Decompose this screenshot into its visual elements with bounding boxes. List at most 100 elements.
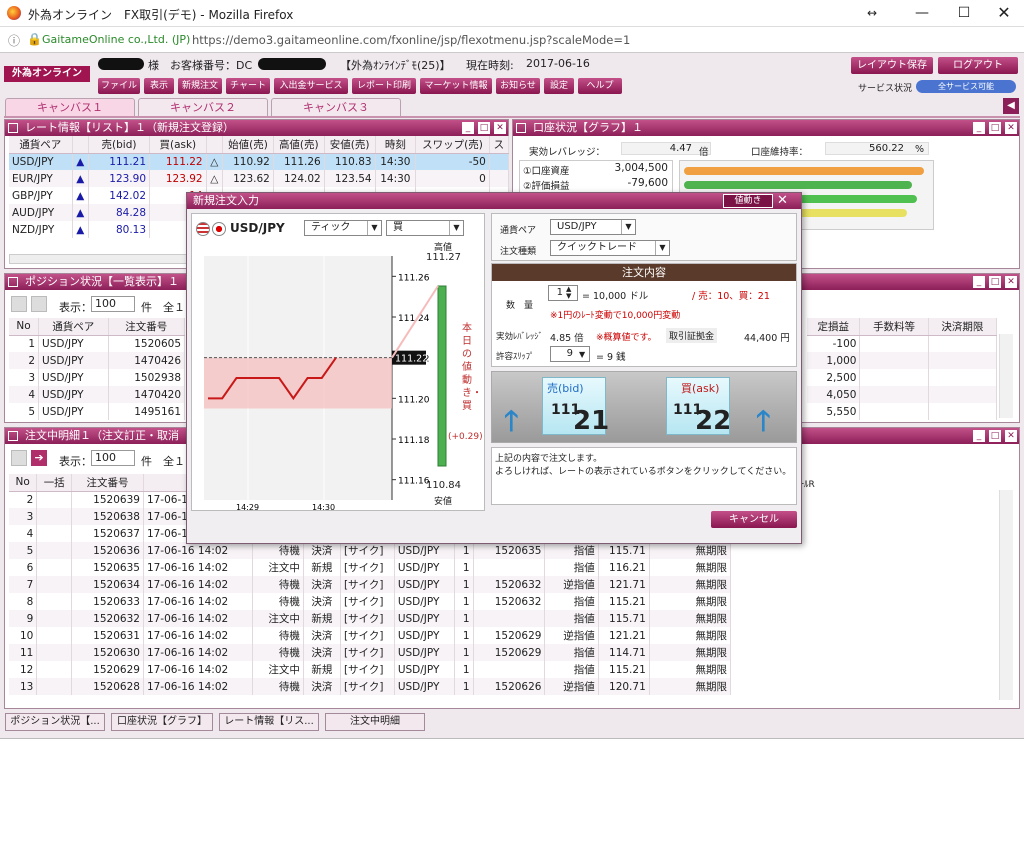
menu-item[interactable]: 新規注文	[178, 78, 222, 94]
slip-dropdown-icon[interactable]: ▼	[579, 350, 585, 359]
table-row[interactable]: 9 1520632 17-06-16 14:02 注文中 新規 [サイク] USD/JPY 1…	[9, 610, 732, 627]
close-icon[interactable]: ✕	[1005, 276, 1017, 288]
menu-item[interactable]: お知らせ	[496, 78, 540, 94]
url-text[interactable]: https://demo3.gaitameonline.com/fxonline…	[192, 33, 630, 47]
maximize-icon[interactable]: □	[989, 276, 1001, 288]
column-header[interactable]: 手数料等	[859, 318, 929, 336]
column-header[interactable]: No	[9, 474, 38, 492]
close-window-button[interactable]: ✕	[994, 3, 1014, 23]
vertical-scrollbar[interactable]	[999, 334, 1013, 418]
table-row[interactable]: 5,550	[807, 403, 998, 420]
column-header[interactable]: ス	[489, 136, 510, 154]
qty-input[interactable]: 1	[548, 285, 578, 301]
rate-row[interactable]: USD/JPY ▲ 111.21 111.22 △ 110.92 111.26 110.83 1…	[9, 153, 510, 170]
column-header[interactable]	[206, 136, 224, 154]
column-header[interactable]: 注文番号	[108, 318, 186, 336]
close-icon[interactable]: ✕	[1005, 430, 1017, 442]
buy-ask-button[interactable]: 買(ask) 111. 22	[666, 377, 731, 436]
resize-icon[interactable]: ↔	[862, 3, 882, 23]
table-row[interactable]: 4,050	[807, 386, 998, 403]
dialog-close-icon[interactable]: ✕	[777, 193, 788, 209]
order-type-select[interactable]: クイックトレード ▼	[550, 240, 670, 256]
table-row[interactable]: 1,000	[807, 352, 998, 369]
table-row[interactable]: 11 1520630 17-06-16 14:02 待機 決済 [サイク] USD/JPY 1…	[9, 644, 732, 661]
table-row[interactable]: -100	[807, 335, 998, 352]
close-icon[interactable]: ✕	[494, 122, 506, 134]
canvas-tab[interactable]: キャンバス３	[271, 98, 401, 116]
display-count-select[interactable]: 100	[91, 296, 135, 312]
table-row[interactable]: 5 USD/JPY 1495161	[9, 403, 186, 420]
canvas-tab[interactable]: キャンバス２	[138, 98, 268, 116]
vertical-scrollbar[interactable]	[999, 490, 1013, 700]
column-header[interactable]: 安値(売)	[324, 136, 376, 154]
taskbar-tab[interactable]: レート情報【リス...	[219, 713, 319, 731]
rate-row[interactable]: EUR/JPY ▲ 123.90 123.92 △ 123.62 124.02 123.54 1…	[9, 170, 510, 187]
maximize-icon[interactable]: □	[989, 430, 1001, 442]
maximize-button[interactable]: ☐	[954, 3, 974, 23]
table-row[interactable]: 1 USD/JPY 1520605	[9, 335, 186, 352]
minimize-icon[interactable]: _	[973, 276, 985, 288]
pair-select[interactable]: USD/JPY ▼	[550, 219, 636, 235]
table-row[interactable]: 6 1520635 17-06-16 14:02 注文中 新規 [サイク] USD/JPY 1…	[9, 559, 732, 576]
prev-page-button[interactable]	[11, 296, 27, 312]
maximize-icon[interactable]: □	[989, 122, 1001, 134]
table-row[interactable]: 3 USD/JPY 1502938	[9, 369, 186, 386]
layout-save-button[interactable]: レイアウト保存	[851, 57, 933, 74]
menu-item[interactable]: ファイル	[98, 78, 140, 94]
sell-bid-button[interactable]: 売(bid) 111. 21	[542, 377, 609, 436]
position-cell-no: 3	[9, 369, 40, 386]
column-header[interactable]: No	[9, 318, 40, 336]
menu-item[interactable]: 設定	[544, 78, 574, 94]
column-header[interactable]: 買(ask)	[149, 136, 207, 154]
canvas-tab[interactable]: キャンバス１	[5, 98, 135, 116]
table-row[interactable]: 4 USD/JPY 1470420	[9, 386, 186, 403]
table-row[interactable]: 2 USD/JPY 1470426	[9, 352, 186, 369]
close-icon[interactable]: ✕	[1005, 122, 1017, 134]
next-page-arrow-icon[interactable]: ➔	[31, 450, 47, 466]
column-header[interactable]: 通貨ペア	[9, 136, 73, 154]
minimize-icon[interactable]: _	[973, 430, 985, 442]
menu-item[interactable]: 入出金サービス	[274, 78, 348, 94]
menu-item[interactable]: マーケット情報	[420, 78, 492, 94]
minimize-icon[interactable]: _	[462, 122, 474, 134]
column-header[interactable]: 一括	[36, 474, 73, 492]
menu-item[interactable]: 表示	[144, 78, 174, 94]
column-header[interactable]: 通貨ペア	[38, 318, 109, 336]
table-row[interactable]: 7 1520634 17-06-16 14:02 待機 決済 [サイク] USD/JPY 1 1…	[9, 576, 732, 593]
column-header[interactable]: 売(bid)	[88, 136, 151, 154]
column-header[interactable]: 時刻	[375, 136, 417, 154]
table-row[interactable]: 5 1520636 17-06-16 14:02 待機 決済 [サイク] USD/JPY 1 1…	[9, 542, 732, 559]
info-icon[interactable]: ⓘ	[8, 32, 20, 49]
minimize-button[interactable]: —	[912, 3, 932, 23]
menu-item[interactable]: ヘルプ	[578, 78, 622, 94]
table-row[interactable]: 10 1520631 17-06-16 14:02 待機 決済 [サイク] USD/JPY 1…	[9, 627, 732, 644]
display-count-select[interactable]: 100	[91, 450, 135, 466]
column-header[interactable]: 高値(売)	[273, 136, 325, 154]
table-row[interactable]: 2,500	[807, 369, 998, 386]
float-button[interactable]: 値動き	[723, 194, 773, 208]
taskbar-tab[interactable]: 注文中明細	[325, 713, 425, 731]
prev-page-button[interactable]	[11, 450, 27, 466]
taskbar-tab[interactable]: ポジション状況【...	[5, 713, 105, 731]
column-header[interactable]: 決済期限	[928, 318, 998, 336]
maximize-icon[interactable]: □	[478, 122, 490, 134]
table-row[interactable]: 8 1520633 17-06-16 14:02 待機 決済 [サイク] USD/JPY 1 1…	[9, 593, 732, 610]
qty-stepper-icon[interactable]: ▲ ▼	[566, 286, 571, 300]
column-header[interactable]	[72, 136, 90, 154]
column-header[interactable]: スワップ(売)	[415, 136, 490, 154]
column-header[interactable]: 注文番号	[71, 474, 144, 492]
site-identity[interactable]: GaitameOnline co.,Ltd. (JP)	[42, 33, 190, 46]
table-row[interactable]: 13 1520628 17-06-16 14:02 待機 決済 [サイク] USD/JPY 1…	[9, 678, 732, 695]
logout-button[interactable]: ログアウト	[938, 57, 1018, 74]
next-page-button[interactable]	[31, 296, 47, 312]
menu-item[interactable]: レポート印刷	[352, 78, 416, 94]
taskbar-tab[interactable]: 口座状況【グラフ】	[111, 713, 213, 731]
menu-item[interactable]: チャート	[226, 78, 270, 94]
table-row[interactable]: 12 1520629 17-06-16 14:02 注文中 新規 [サイク] USD/JPY…	[9, 661, 732, 678]
column-header[interactable]: 始値(売)	[222, 136, 274, 154]
cancel-button[interactable]: キャンセル	[711, 511, 797, 528]
url-bar[interactable]: ⓘ 🔒 GaitameOnline co.,Ltd. (JP) https://…	[0, 27, 1024, 53]
speaker-icon[interactable]: ◀	[1003, 98, 1019, 114]
column-header[interactable]: 定損益	[807, 318, 861, 336]
minimize-icon[interactable]: _	[973, 122, 985, 134]
